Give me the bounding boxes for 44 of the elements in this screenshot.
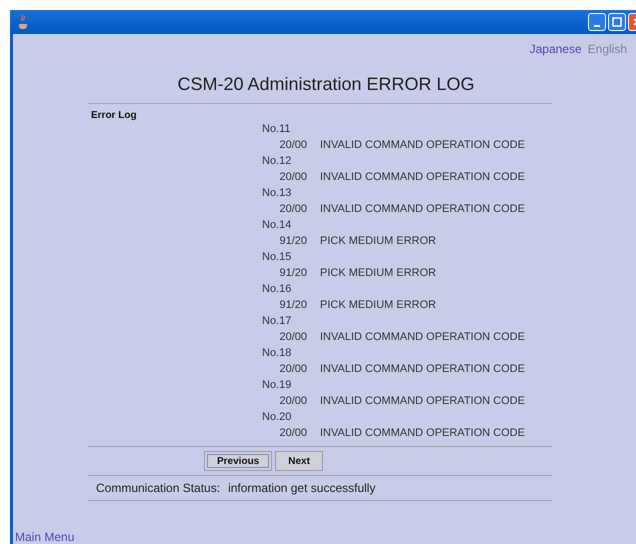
- maximize-icon: [612, 17, 622, 27]
- error-message: INVALID COMMAND OPERATION CODE: [320, 202, 525, 217]
- error-code: 20/00: [278, 202, 307, 217]
- nav-button[interactable]: Next: [275, 451, 323, 471]
- coffee-cup-icon: [16, 14, 30, 30]
- error-code: 91/20: [278, 298, 307, 313]
- entry-number: No.15: [262, 250, 292, 265]
- error-message: INVALID COMMAND OPERATION CODE: [320, 394, 525, 409]
- error-message: INVALID COMMAND OPERATION CODE: [320, 426, 525, 441]
- main-menu-link[interactable]: Main Menu: [15, 530, 74, 544]
- error-message: PICK MEDIUM ERROR: [320, 298, 436, 313]
- error-code: 20/00: [278, 394, 307, 409]
- entry-number: No.18: [262, 346, 292, 361]
- entry-number: No.16: [262, 282, 292, 297]
- nav-button[interactable]: Previous: [204, 451, 272, 471]
- error-code: 20/00: [278, 330, 307, 345]
- entry-number: No.17: [262, 314, 292, 329]
- entry-number: No.13: [262, 186, 292, 201]
- status-value: information get successfully: [228, 481, 376, 495]
- section-label: Error Log: [91, 110, 138, 121]
- entry-number: No.11: [262, 122, 292, 137]
- minimize-button[interactable]: [588, 13, 606, 31]
- error-message: INVALID COMMAND OPERATION CODE: [320, 170, 525, 185]
- status-label: Communication Status:: [96, 481, 220, 495]
- maximize-button[interactable]: [608, 13, 626, 31]
- error-code: 20/00: [278, 138, 307, 153]
- error-message: INVALID COMMAND OPERATION CODE: [320, 362, 525, 377]
- error-message: PICK MEDIUM ERROR: [320, 266, 436, 281]
- entry-number: No.20: [262, 410, 292, 425]
- entry-number: No.14: [262, 218, 292, 233]
- language-link[interactable]: Japanese: [530, 42, 582, 56]
- error-message: INVALID COMMAND OPERATION CODE: [320, 138, 525, 153]
- minimize-icon: [594, 25, 600, 27]
- error-code: 20/00: [278, 362, 307, 377]
- error-code: 20/00: [278, 170, 307, 185]
- error-code: 91/20: [278, 234, 307, 249]
- error-code: 20/00: [278, 426, 307, 441]
- error-code: 91/20: [278, 266, 307, 281]
- page-title: CSM-20 Administration ERROR LOG: [176, 74, 476, 95]
- entry-number: No.12: [262, 154, 292, 169]
- error-message: INVALID COMMAND OPERATION CODE: [320, 330, 525, 345]
- error-message: PICK MEDIUM ERROR: [320, 234, 436, 249]
- entry-number: No.19: [262, 378, 292, 393]
- language-link[interactable]: English: [588, 42, 627, 56]
